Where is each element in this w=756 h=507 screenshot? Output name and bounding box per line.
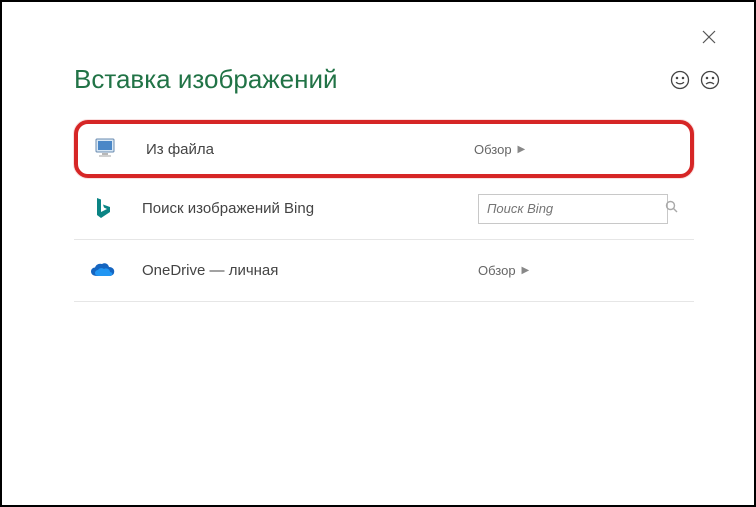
browse-onedrive-link[interactable]: Обзор ▶	[478, 263, 529, 278]
browse-file-link[interactable]: Обзор ▶	[474, 142, 525, 157]
search-icon[interactable]	[665, 200, 678, 218]
frown-icon[interactable]	[700, 70, 720, 95]
option-bing-search[interactable]: Поиск изображений Bing	[74, 178, 694, 240]
smile-icon[interactable]	[670, 70, 690, 95]
computer-icon	[92, 134, 122, 164]
dialog-title: Вставка изображений	[74, 64, 338, 95]
feedback-icons	[670, 70, 720, 95]
bing-icon	[88, 194, 118, 224]
close-button[interactable]	[702, 30, 720, 48]
browse-file-text: Обзор	[474, 142, 512, 157]
option-bing-label: Поиск изображений Bing	[142, 200, 478, 217]
browse-onedrive-text: Обзор	[478, 263, 516, 278]
option-from-file-label: Из файла	[146, 141, 474, 158]
insert-options: Из файла Обзор ▶ Поиск изображений Bing	[74, 120, 694, 302]
option-onedrive[interactable]: OneDrive — личная Обзор ▶	[74, 240, 694, 302]
bing-search-input[interactable]	[487, 201, 665, 216]
close-icon	[702, 30, 716, 44]
onedrive-icon	[88, 256, 118, 286]
chevron-right-icon: ▶	[522, 265, 530, 276]
option-from-file[interactable]: Из файла Обзор ▶	[74, 120, 694, 178]
chevron-right-icon: ▶	[518, 144, 526, 155]
option-onedrive-label: OneDrive — личная	[142, 262, 478, 279]
bing-search-box[interactable]	[478, 194, 668, 224]
